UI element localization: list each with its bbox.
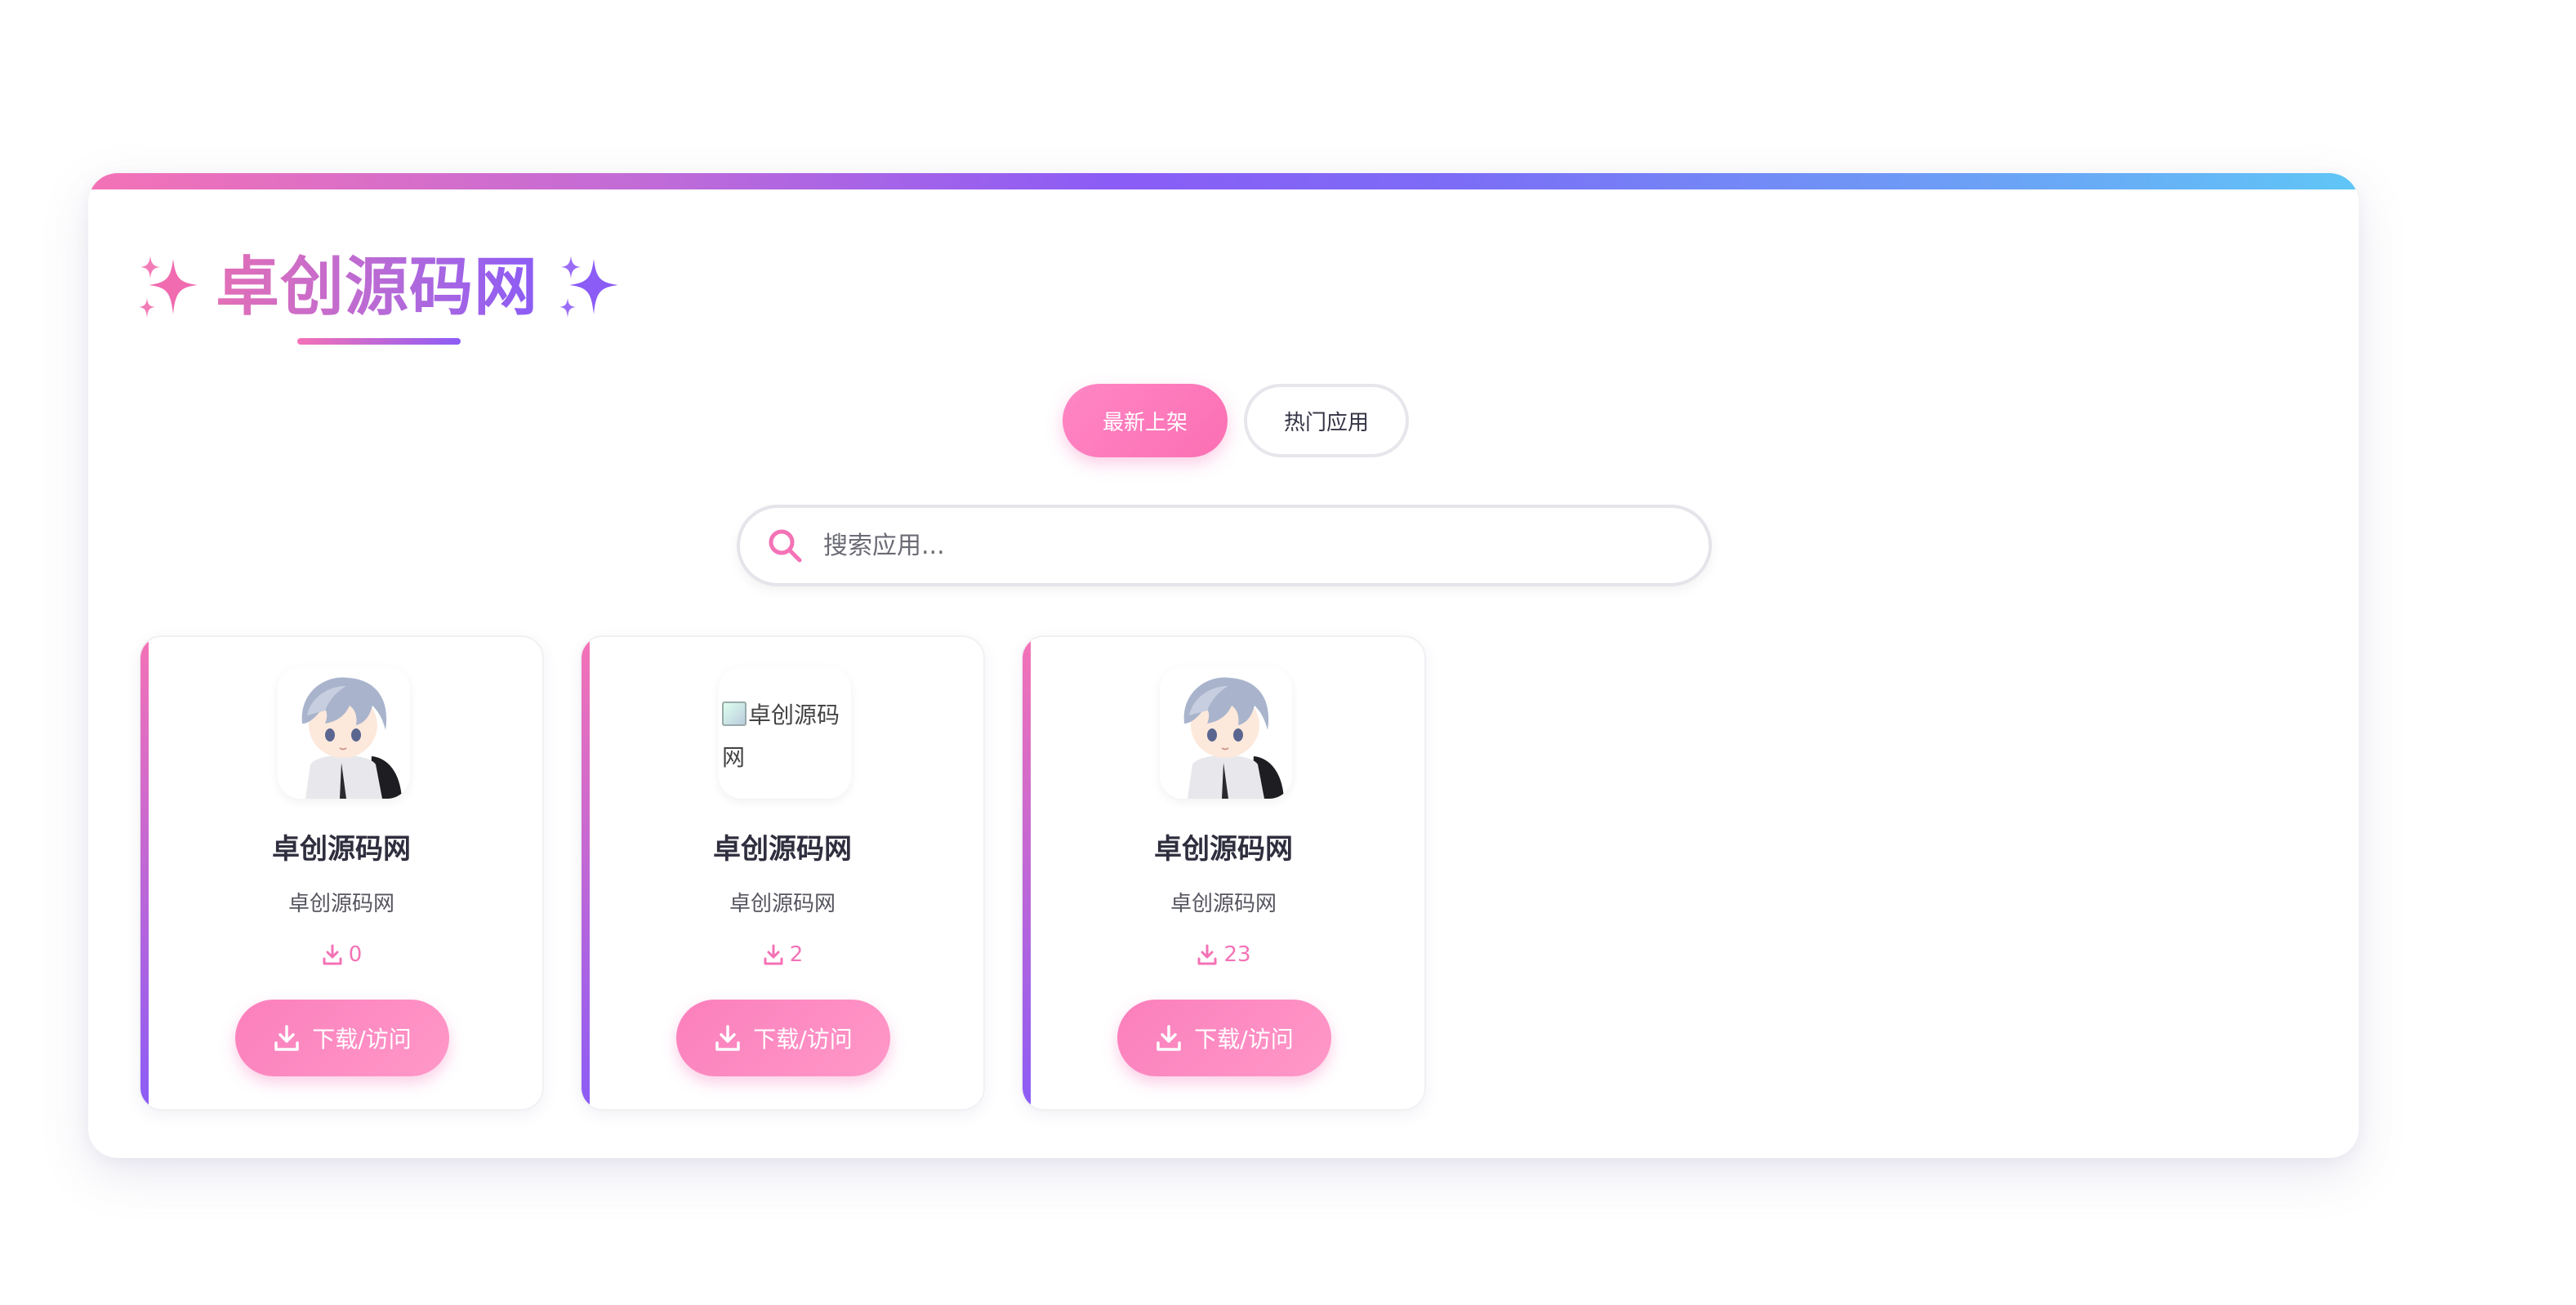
app-name: 卓创源码网 <box>713 833 852 866</box>
download-button-label: 下载/访问 <box>753 1026 853 1053</box>
download-count: 0 <box>140 942 542 967</box>
app-name: 卓创源码网 <box>1154 833 1293 866</box>
app-card[interactable]: 卓创源码网 卓创源码网 卓创源码网 2 下载/访问 <box>580 635 985 1111</box>
app-description: 卓创源码网 <box>287 892 394 916</box>
download-button-label: 下载/访问 <box>1194 1026 1294 1053</box>
card-accent-bar <box>140 637 149 1109</box>
app-description: 卓创源码网 <box>729 892 836 916</box>
app-description: 卓创源码网 <box>1170 892 1277 916</box>
site-title: 卓创源码网 <box>216 238 538 336</box>
sparkle-left-icon <box>139 256 198 318</box>
download-icon <box>764 944 783 965</box>
download-button[interactable]: 下载/访问 <box>1117 1000 1331 1076</box>
app-name: 卓创源码网 <box>272 833 411 866</box>
main-panel: 卓创源码网 最新上架 热门应用 搜索应用... 卓创源码网 卓创源码网 0 下载… <box>88 173 2359 1158</box>
download-icon <box>1157 1025 1182 1051</box>
card-accent-bar <box>1023 637 1031 1109</box>
app-card[interactable]: 卓创源码网 卓创源码网 0 下载/访问 <box>139 635 544 1111</box>
download-icon <box>715 1025 741 1051</box>
app-avatar-image <box>278 666 410 799</box>
download-count-value: 2 <box>789 942 804 967</box>
download-button[interactable]: 下载/访问 <box>676 1000 890 1076</box>
gradient-top-bar <box>88 173 2359 189</box>
download-count-value: 0 <box>348 942 363 967</box>
sparkle-right-icon <box>559 256 619 318</box>
download-button-label: 下载/访问 <box>312 1026 412 1053</box>
card-accent-bar <box>582 637 590 1109</box>
search-box <box>737 505 1712 586</box>
download-count-value: 23 <box>1223 942 1251 967</box>
site-header: 卓创源码网 <box>134 238 620 336</box>
app-avatar-image <box>1160 666 1292 799</box>
download-count: 2 <box>582 942 983 967</box>
app-card[interactable]: 卓创源码网 卓创源码网 23 下载/访问 <box>1021 635 1426 1111</box>
title-underline <box>297 338 461 345</box>
download-button[interactable]: 下载/访问 <box>235 1000 449 1076</box>
download-icon <box>1197 944 1217 965</box>
download-icon <box>274 1025 300 1051</box>
tab-latest[interactable]: 最新上架 <box>1063 384 1228 457</box>
tab-popular[interactable]: 热门应用 <box>1244 384 1409 457</box>
download-count: 23 <box>1023 942 1424 967</box>
broken-image-icon: 卓创源码网 <box>719 666 851 799</box>
app-card-list: 卓创源码网 卓创源码网 0 下载/访问 卓创源码网 卓创源码网 卓创源码网 2 … <box>139 635 1426 1111</box>
search-icon <box>769 529 802 563</box>
download-icon <box>323 944 342 965</box>
category-tabs: 最新上架 热门应用 <box>88 384 2359 457</box>
search-input[interactable] <box>822 530 1638 561</box>
